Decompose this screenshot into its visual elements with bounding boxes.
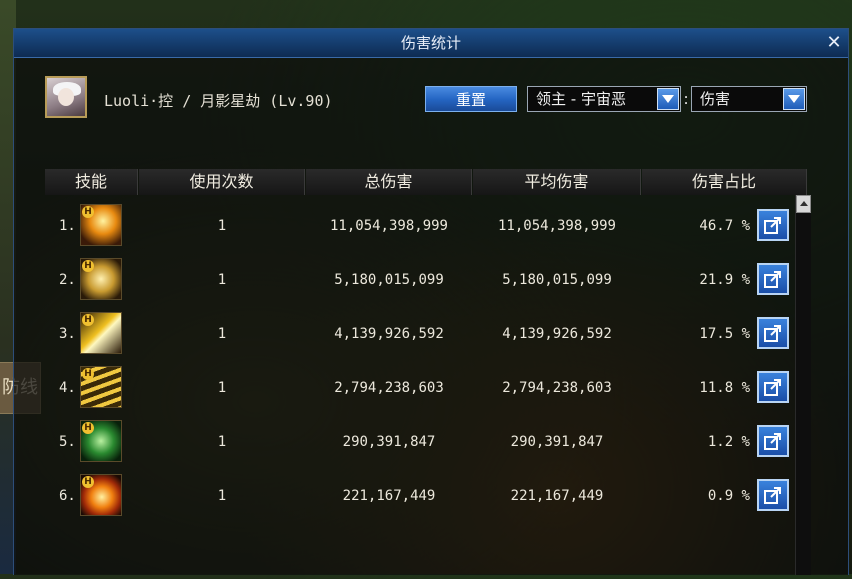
average-damage: 5,180,015,099 bbox=[502, 272, 612, 288]
damage-share: 1.2 % bbox=[707, 434, 750, 450]
chevron-down-icon[interactable] bbox=[657, 88, 679, 110]
uses-count: 1 bbox=[217, 326, 227, 342]
share-button[interactable] bbox=[757, 263, 789, 295]
damage-share: 21.9 % bbox=[699, 272, 750, 288]
export-icon bbox=[764, 379, 781, 396]
row-rank: 4. bbox=[59, 380, 76, 396]
damage-table: 1. H 1 11,054,398,999 11,054,398,999 46.… bbox=[45, 199, 789, 579]
uses-count: 1 bbox=[217, 434, 227, 450]
scroll-up-icon[interactable] bbox=[796, 195, 811, 213]
header-skill[interactable]: 技能 bbox=[45, 169, 138, 195]
damage-share: 0.9 % bbox=[707, 488, 750, 504]
fire-orb-icon: H bbox=[80, 474, 122, 516]
window-title: 伤害统计 bbox=[400, 34, 461, 52]
uses-count: 1 bbox=[217, 218, 227, 234]
row-rank: 2. bbox=[59, 272, 76, 288]
row-rank: 3. bbox=[59, 326, 76, 342]
window-body: Luoli·控 / 月影星劫 (Lv.90) 重置 领主 - 宇宙恶 : 伤害 … bbox=[14, 58, 848, 575]
stat-type-select-value: 伤害 bbox=[700, 90, 731, 108]
uses-count: 1 bbox=[217, 380, 227, 396]
select-separator: : bbox=[683, 90, 689, 108]
player-avatar bbox=[45, 76, 87, 118]
starburst-slash-icon: H bbox=[80, 204, 122, 246]
export-icon bbox=[764, 325, 781, 342]
average-damage: 290,391,847 bbox=[510, 434, 604, 450]
total-damage: 2,794,238,603 bbox=[334, 380, 444, 396]
share-button[interactable] bbox=[757, 209, 789, 241]
damage-share: 46.7 % bbox=[699, 218, 750, 234]
share-button[interactable] bbox=[757, 371, 789, 403]
total-damage: 290,391,847 bbox=[342, 434, 436, 450]
chevron-down-icon[interactable] bbox=[783, 88, 805, 110]
green-shard-icon: H bbox=[80, 420, 122, 462]
row-rank: 6. bbox=[59, 488, 76, 504]
table-row: 2. H 1 5,180,015,099 5,180,015,099 21.9 … bbox=[45, 253, 789, 307]
row-rank: 1. bbox=[59, 218, 76, 234]
damage-stats-window: 伤害统计 ✕ Luoli·控 / 月影星劫 (Lv.90) 重置 领主 - 宇宙… bbox=[13, 28, 849, 575]
header-total-damage[interactable]: 总伤害 bbox=[306, 169, 472, 195]
table-row: 4. H 1 2,794,238,603 2,794,238,603 11.8 … bbox=[45, 361, 789, 415]
table-row: 6. H 1 221,167,449 221,167,449 0.9 % bbox=[45, 469, 789, 523]
whirlwind-icon: H bbox=[80, 366, 122, 408]
average-damage: 221,167,449 bbox=[510, 488, 604, 504]
damage-share: 11.8 % bbox=[699, 380, 750, 396]
export-icon bbox=[764, 433, 781, 450]
export-icon bbox=[764, 217, 781, 234]
damage-share: 17.5 % bbox=[699, 326, 750, 342]
avatar-face bbox=[58, 88, 74, 106]
total-damage: 221,167,449 bbox=[342, 488, 436, 504]
header-avg-damage[interactable]: 平均伤害 bbox=[473, 169, 641, 195]
stat-type-select[interactable]: 伤害 bbox=[691, 86, 807, 112]
export-icon bbox=[764, 271, 781, 288]
uses-count: 1 bbox=[217, 272, 227, 288]
table-row: 1. H 1 11,054,398,999 11,054,398,999 46.… bbox=[45, 199, 789, 253]
table-row: 5. H 1 290,391,847 290,391,847 1.2 % bbox=[45, 415, 789, 469]
table-scrollbar[interactable] bbox=[795, 195, 811, 575]
lightning-bolt-icon: H bbox=[80, 312, 122, 354]
boss-select-value: 领主 - 宇宙恶 bbox=[536, 90, 626, 108]
average-damage: 11,054,398,999 bbox=[497, 218, 616, 234]
header-damage-share[interactable]: 伤害占比 bbox=[642, 169, 807, 195]
boss-select[interactable]: 领主 - 宇宙恶 bbox=[527, 86, 681, 112]
share-button[interactable] bbox=[757, 479, 789, 511]
close-icon[interactable]: ✕ bbox=[824, 33, 844, 53]
total-damage: 4,139,926,592 bbox=[334, 326, 444, 342]
total-damage: 11,054,398,999 bbox=[329, 218, 448, 234]
export-icon bbox=[764, 487, 781, 504]
header-uses[interactable]: 使用次数 bbox=[139, 169, 305, 195]
share-button[interactable] bbox=[757, 425, 789, 457]
average-damage: 4,139,926,592 bbox=[502, 326, 612, 342]
player-name-level: Luoli·控 / 月影星劫 (Lv.90) bbox=[104, 92, 333, 110]
average-damage: 2,794,238,603 bbox=[502, 380, 612, 396]
total-damage: 5,180,015,099 bbox=[334, 272, 444, 288]
reset-button[interactable]: 重置 bbox=[425, 86, 517, 112]
table-row: 3. H 1 4,139,926,592 4,139,926,592 17.5 … bbox=[45, 307, 789, 361]
table-header: 技能 使用次数 总伤害 平均伤害 伤害占比 bbox=[45, 169, 807, 195]
uses-count: 1 bbox=[217, 488, 227, 504]
window-titlebar[interactable]: 伤害统计 ✕ bbox=[14, 29, 848, 58]
sparkle-burst-icon: H bbox=[80, 258, 122, 300]
share-button[interactable] bbox=[757, 317, 789, 349]
row-rank: 5. bbox=[59, 434, 76, 450]
